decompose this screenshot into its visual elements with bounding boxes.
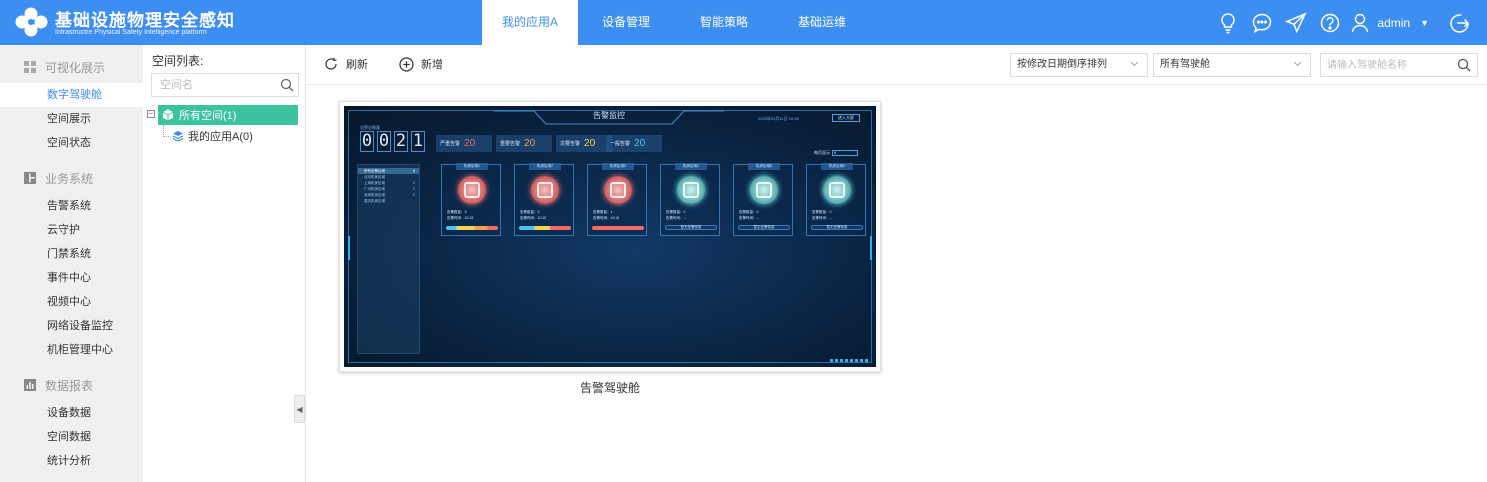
sidebar-item-device-data[interactable]: 设备数据 <box>0 401 143 425</box>
preview-stat-critical: 严重告警 20 <box>436 135 492 152</box>
preview-time: 2020年03月11日 10:15 <box>758 116 799 121</box>
plus-circle-icon <box>399 56 414 72</box>
bar-chart-icon <box>24 379 36 391</box>
preview-stat-minor: 次要告警 20 <box>556 135 612 152</box>
lightbulb-icon[interactable] <box>1211 0 1245 45</box>
preview-counter: 0 0 2 1 <box>360 131 425 152</box>
refresh-icon <box>325 57 337 70</box>
header-toolbar: admin ▼ <box>1211 0 1477 45</box>
layers-icon <box>172 131 184 142</box>
preview-tile: 机房区域2 告警数量：3 告警时间：10:15 <box>514 163 574 236</box>
sidebar-item-event-center[interactable]: 事件中心 <box>0 266 143 290</box>
top-nav: 我的应用A 设备管理 智能策略 基础运维 <box>482 0 870 45</box>
nav-tab-my-app[interactable]: 我的应用A <box>482 0 578 45</box>
preview-stat-major: 重要告警 20 <box>496 135 552 152</box>
refresh-button[interactable]: 刷新 <box>324 56 368 72</box>
sidebar-group-business[interactable]: 业务系统 <box>0 166 143 190</box>
sidebar-item-space-status[interactable]: 空间状态 <box>0 131 143 155</box>
grid-icon <box>24 61 36 73</box>
logout-icon[interactable] <box>1443 0 1477 45</box>
cockpit-search-input[interactable] <box>1321 54 1451 76</box>
sidebar-group-reports[interactable]: 数据报表 <box>0 373 143 397</box>
chevron-down-icon <box>1293 61 1302 67</box>
user-icon <box>1352 13 1369 32</box>
preview-stat-general: 一般告警 20 <box>606 135 662 152</box>
caret-down-icon: ▼ <box>1420 17 1429 28</box>
sidebar-item-cloud-guard[interactable]: 云守护 <box>0 218 143 242</box>
cockpit-filter-select[interactable]: 所有驾驶舱 <box>1153 53 1311 77</box>
preview-tile: 机房区域6 告警数量：0 告警时间：-- 暂无告警信息 <box>806 163 866 236</box>
tree-node-label: 我的应用A(0) <box>188 131 253 143</box>
send-icon[interactable] <box>1279 0 1313 45</box>
add-button[interactable]: 新增 <box>399 56 443 72</box>
sidebar-item-access-control[interactable]: 门禁系统 <box>0 242 143 266</box>
sidebar-item-space-display[interactable]: 空间展示 <box>0 107 143 131</box>
space-search-input[interactable] <box>152 74 272 96</box>
layout-icon <box>24 172 36 184</box>
search-icon[interactable] <box>1457 58 1471 72</box>
nav-tab-device-management[interactable]: 设备管理 <box>578 0 674 45</box>
brand-title: 基础设施物理安全感知 <box>55 11 235 30</box>
counter-digit: 0 <box>360 131 374 152</box>
username: admin <box>1377 15 1411 30</box>
sidebar-item-cabinet-center[interactable]: 机柜管理中心 <box>0 338 143 362</box>
main-toolbar: 刷新 新增 按修改日期倒序排列 所有驾驶舱 <box>307 45 1487 85</box>
sidebar-item-video-center[interactable]: 视频中心 <box>0 290 143 314</box>
tree-node-label: 所有空间(1) <box>179 110 237 122</box>
space-search-box <box>151 73 299 97</box>
counter-digit: 0 <box>377 131 391 152</box>
alarm-disc-icon <box>458 176 486 204</box>
preview-tile: 机房区域5 告警数量：0 告警时间：-- 暂无告警信息 <box>733 163 793 236</box>
help-icon[interactable] <box>1313 0 1347 45</box>
tree-collapse-toggle[interactable]: − <box>147 110 155 118</box>
preview-tile: 机房区域4 告警数量：0 告警时间：-- 暂无告警信息 <box>660 163 720 236</box>
collapse-panel-button[interactable]: ◀ <box>294 395 305 423</box>
cockpit-search-box <box>1320 53 1478 77</box>
preview-tile: 机房区域3 告警数量：1 告警时间：10:15 <box>587 163 647 236</box>
left-sidebar: 可视化展示 数字驾驶舱 空间展示 空间状态 业务系统 告警系统 云守护 门禁系统… <box>0 45 143 482</box>
cube-icon <box>162 109 174 121</box>
preview-tile: 机房区域1 告警数量：3 告警时间：10:15 <box>441 163 501 236</box>
preview-region-item: 重庆机房区域 <box>364 199 385 203</box>
normal-disc-icon <box>750 176 778 204</box>
tree-title: 空间列表: <box>152 54 204 68</box>
brand-subtitle: Infrastructre Physical Safety Intelligen… <box>55 29 207 36</box>
nav-tab-basic-ops[interactable]: 基础运维 <box>774 0 870 45</box>
sidebar-item-statistics[interactable]: 统计分析 <box>0 449 143 473</box>
user-menu[interactable]: admin ▼ <box>1351 13 1429 33</box>
preview-title: 告警监控 <box>593 111 625 120</box>
tree-node-all-spaces[interactable]: 所有空间(1) <box>158 105 298 125</box>
sidebar-group-label: 数据报表 <box>45 378 94 393</box>
nav-tab-smart-policy[interactable]: 智能策略 <box>674 0 774 45</box>
preview-enter-button: 进入大屏 <box>832 114 860 122</box>
sort-select[interactable]: 按修改日期倒序排列 <box>1010 53 1148 77</box>
sidebar-item-alarm-system[interactable]: 告警系统 <box>0 194 143 218</box>
cockpit-thumbnail: 告警监控 2020年03月11日 10:15 进入大屏 告警总数量 0 0 2 … <box>344 106 876 367</box>
normal-disc-icon <box>823 176 851 204</box>
sidebar-group-visualization[interactable]: 可视化展示 <box>0 55 143 79</box>
chevron-down-icon <box>1130 61 1139 67</box>
cockpit-card[interactable]: 告警监控 2020年03月11日 10:15 进入大屏 告警总数量 0 0 2 … <box>339 101 881 372</box>
brand-logo-icon <box>15 7 48 37</box>
tree-node-my-app[interactable]: 我的应用A(0) <box>172 128 253 144</box>
alarm-disc-icon <box>604 176 632 204</box>
sidebar-item-digital-cockpit[interactable]: 数字驾驶舱 <box>0 83 143 107</box>
preview-page-size: 每页显示 6 <box>814 150 858 156</box>
sidebar-item-space-data[interactable]: 空间数据 <box>0 425 143 449</box>
normal-disc-icon <box>677 176 705 204</box>
space-tree-panel: 空间列表: − 所有空间(1) 我的应用A(0) ◀ <box>143 45 306 482</box>
sidebar-group-label: 可视化展示 <box>45 60 106 75</box>
counter-digit: 2 <box>394 131 408 152</box>
alarm-disc-icon <box>531 176 559 204</box>
counter-digit: 1 <box>411 131 425 152</box>
chat-icon[interactable] <box>1245 0 1279 45</box>
sidebar-group-label: 业务系统 <box>45 171 94 186</box>
top-header: 基础设施物理安全感知 Infrastructre Physical Safety… <box>0 0 1487 45</box>
preview-region-list: 所有告警区域 6 北京机房区域 上海机房区域 2 广州机房区域 2 深圳机房区域 2 重… <box>357 164 420 354</box>
cockpit-card-label[interactable]: 告警驾驶舱 <box>339 379 881 396</box>
search-icon[interactable] <box>280 78 294 92</box>
sidebar-item-network-monitor[interactable]: 网络设备监控 <box>0 314 143 338</box>
